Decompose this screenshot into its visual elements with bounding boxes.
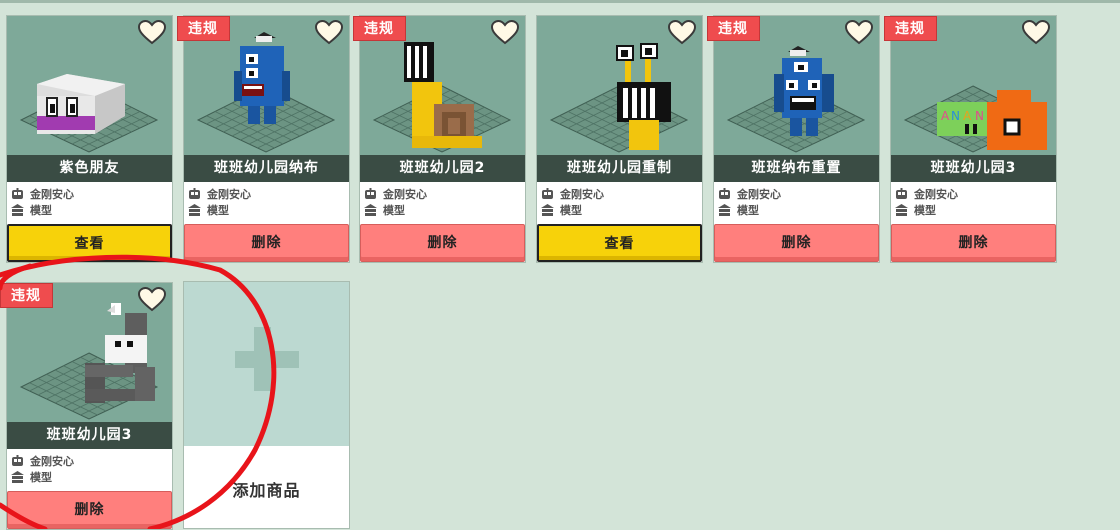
product-card[interactable]: 违规班班幼儿园3 金刚安心模型删除 (0, 282, 173, 530)
svg-text:N: N (951, 109, 960, 123)
product-card[interactable]: 班班幼儿园重制金刚安心模型查看 (536, 15, 703, 263)
violation-badge: 违规 (707, 16, 760, 41)
category-label: 模型 (30, 471, 52, 484)
model-icon (541, 204, 554, 216)
model-icon (718, 204, 731, 216)
author-name: 金刚安心 (30, 188, 74, 201)
category-label: 模型 (30, 204, 52, 217)
model-icon (895, 204, 908, 216)
robot-icon (895, 188, 908, 200)
model-icon (188, 204, 201, 216)
product-name: 班班幼儿园3 (891, 155, 1056, 182)
heart-icon[interactable] (137, 286, 167, 312)
category-label: 模型 (737, 204, 759, 217)
robot-icon (718, 188, 731, 200)
svg-text:N: N (975, 109, 984, 123)
product-card[interactable]: A N A N 违规 班班幼儿园3 金刚安心 模型 删除 (884, 15, 1057, 263)
heart-icon[interactable] (844, 19, 874, 45)
author-name: 金刚安心 (737, 188, 781, 201)
add-product-card[interactable]: 添加商品 (183, 281, 350, 529)
category-label: 模型 (914, 204, 936, 217)
product-name: 班班幼儿园3 (7, 422, 172, 449)
violation-badge: 违规 (884, 16, 937, 41)
violation-badge: 违规 (353, 16, 406, 41)
heart-icon[interactable] (1021, 19, 1051, 45)
add-product-thumb[interactable] (184, 282, 349, 446)
product-name: 班班幼儿园2 (360, 155, 525, 182)
robot-icon (541, 188, 554, 200)
product-name: 班班幼儿园纳布 (184, 155, 349, 182)
delete-button[interactable]: 删除 (891, 224, 1056, 262)
heart-icon[interactable] (314, 19, 344, 45)
robot-icon (188, 188, 201, 200)
category-label: 模型 (383, 204, 405, 217)
robot-icon (364, 188, 377, 200)
product-card[interactable]: 紫色朋友金刚安心模型查看 (6, 15, 173, 263)
model-icon (11, 204, 24, 216)
view-button[interactable]: 查看 (7, 224, 172, 262)
violation-badge: 违规 (0, 283, 53, 308)
add-product-label: 添加商品 (232, 481, 301, 500)
plus-icon-bar (235, 351, 299, 368)
delete-button[interactable]: 删除 (7, 491, 172, 529)
author-name: 金刚安心 (30, 455, 74, 468)
robot-icon (11, 188, 24, 200)
violation-badge: 违规 (177, 16, 230, 41)
author-name: 金刚安心 (914, 188, 958, 201)
product-name: 紫色朋友 (7, 155, 172, 182)
product-card[interactable]: 违规班班幼儿园纳布金刚安心模型删除 (177, 15, 350, 263)
heart-icon[interactable] (137, 19, 167, 45)
model-icon (364, 204, 377, 216)
delete-button[interactable]: 删除 (360, 224, 525, 262)
product-name: 班班纳布重置 (714, 155, 879, 182)
category-label: 模型 (207, 204, 229, 217)
product-name: 班班幼儿园重制 (537, 155, 702, 182)
product-card[interactable]: 违规班班纳布重置金刚安心模型删除 (707, 15, 880, 263)
delete-button[interactable]: 删除 (184, 224, 349, 262)
robot-icon (11, 455, 24, 467)
author-name: 金刚安心 (560, 188, 604, 201)
heart-icon[interactable] (667, 19, 697, 45)
product-card[interactable]: 违规班班幼儿园2 金刚安心模型删除 (353, 15, 526, 263)
heart-icon[interactable] (490, 19, 520, 45)
category-label: 模型 (560, 204, 582, 217)
delete-button[interactable]: 删除 (714, 224, 879, 262)
view-button[interactable]: 查看 (537, 224, 702, 262)
svg-text:A: A (941, 109, 950, 123)
model-icon (11, 471, 24, 483)
author-name: 金刚安心 (207, 188, 251, 201)
author-name: 金刚安心 (383, 188, 427, 201)
svg-text:A: A (963, 109, 972, 123)
top-border (0, 0, 1120, 3)
